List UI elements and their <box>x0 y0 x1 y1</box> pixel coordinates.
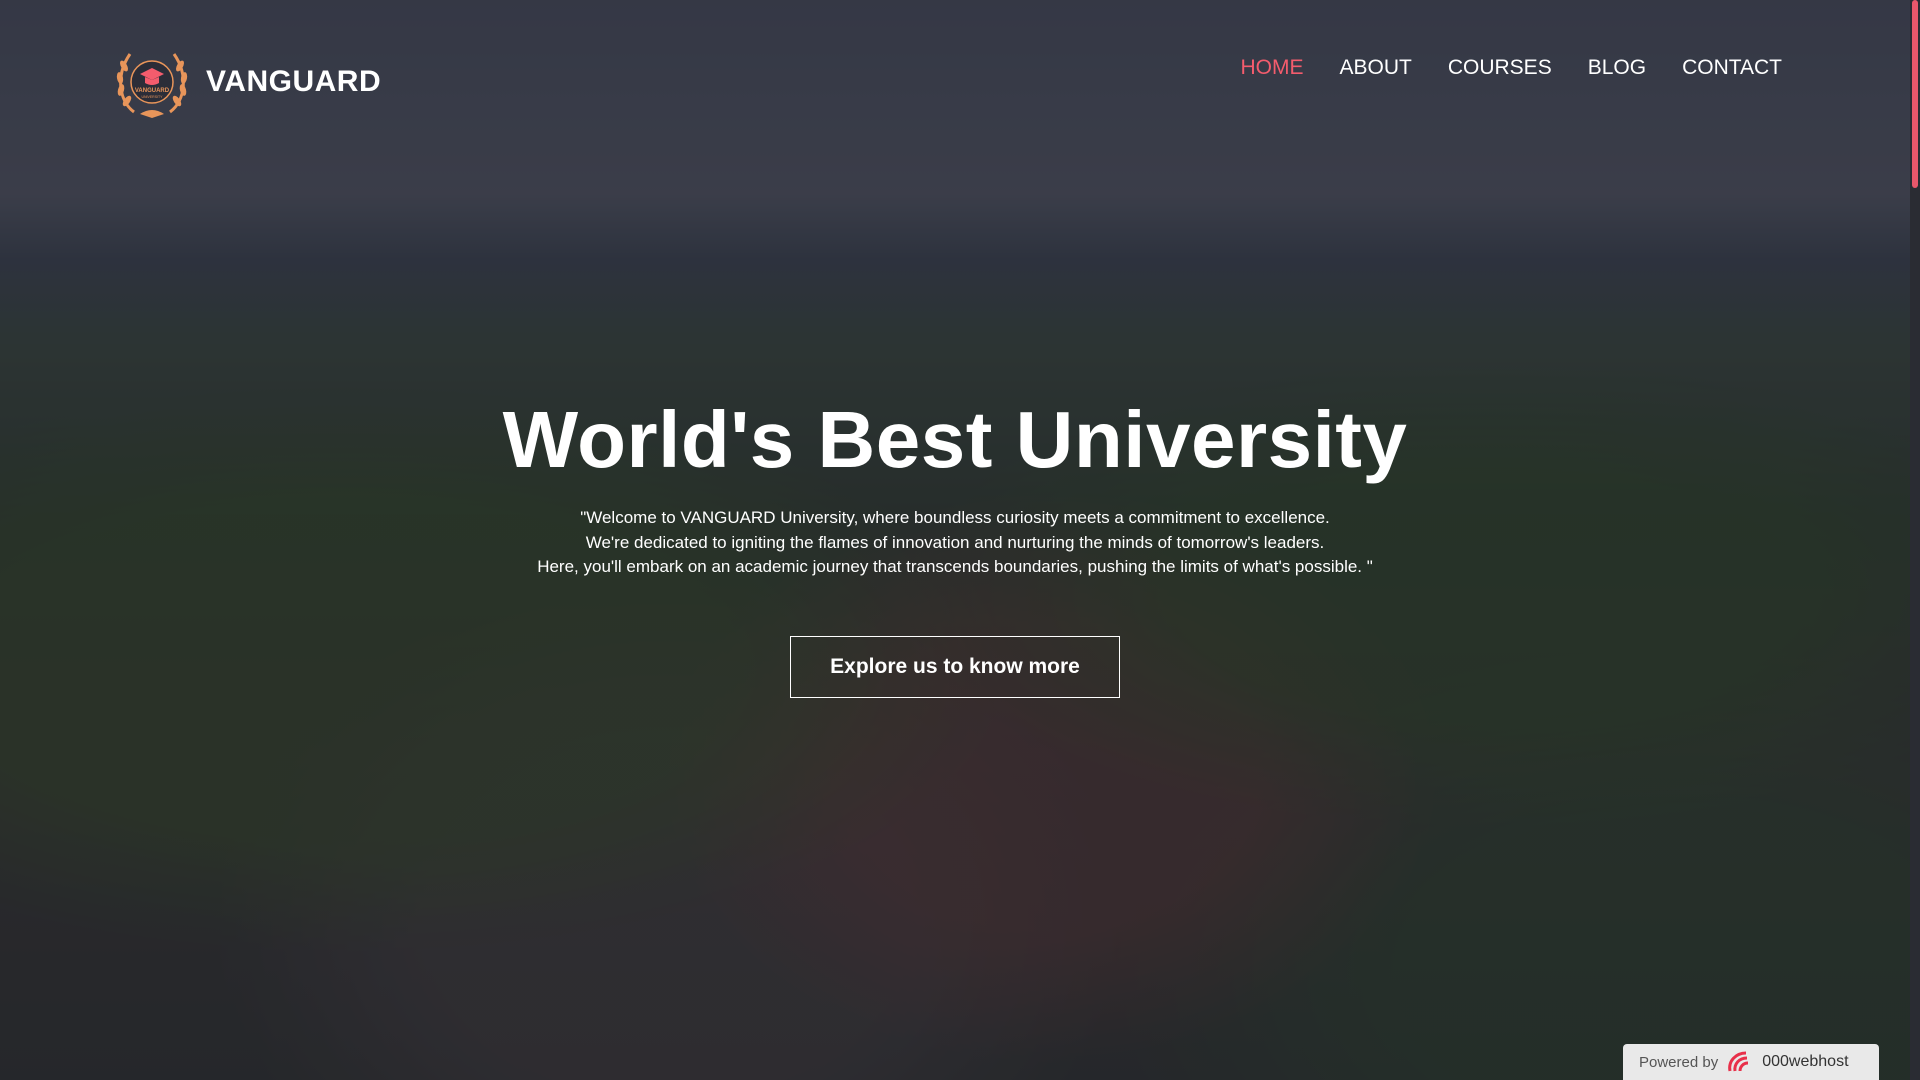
hero-section: World's Best University "Welcome to VANG… <box>0 388 1910 698</box>
hero-description-line: We're dedicated to igniting the flames o… <box>585 532 1325 552</box>
nav-item-courses[interactable]: COURSES <box>1448 56 1552 80</box>
laurel-graduation-cap-icon: VANGUARD UNIVERSITY <box>116 53 188 118</box>
explore-button[interactable]: Explore us to know more <box>790 635 1120 698</box>
hero-description-line: Here, you'll embark on an academic journ… <box>537 557 1373 576</box>
nav-item-home[interactable]: HOME <box>1241 56 1304 80</box>
logo-subtext: UNIVERSITY <box>141 95 163 99</box>
main-nav: HOME ABOUT COURSES BLOG CONTACT <box>1205 56 1783 80</box>
brand-name: VANGUARD <box>206 65 382 98</box>
scrollbar-thumb[interactable] <box>1912 0 1918 188</box>
powered-by-badge[interactable]: Powered by 000webhost <box>1623 1044 1879 1080</box>
powered-by-label: Powered by <box>1639 1053 1719 1071</box>
logo-wordmark: VANGUARD <box>135 88 170 94</box>
nav-item-contact[interactable]: CONTACT <box>1682 56 1782 80</box>
nav-item-about[interactable]: ABOUT <box>1340 56 1412 80</box>
hero-description: "Welcome to VANGUARD University, where b… <box>0 506 1910 580</box>
nav-item-blog[interactable]: BLOG <box>1588 56 1646 80</box>
page-scrollbar[interactable] <box>1910 0 1920 1080</box>
000webhost-logo-icon <box>1728 1051 1749 1072</box>
brand[interactable]: VANGUARD UNIVERSITY VANGUARD <box>112 44 381 120</box>
powered-by-host: 000webhost <box>1762 1053 1849 1070</box>
hero-description-line: "Welcome to VANGUARD University, where b… <box>580 508 1330 527</box>
hero-title: World's Best University <box>502 395 1408 484</box>
site-header: VANGUARD UNIVERSITY VANGUARD HOME ABOUT … <box>0 0 1910 150</box>
